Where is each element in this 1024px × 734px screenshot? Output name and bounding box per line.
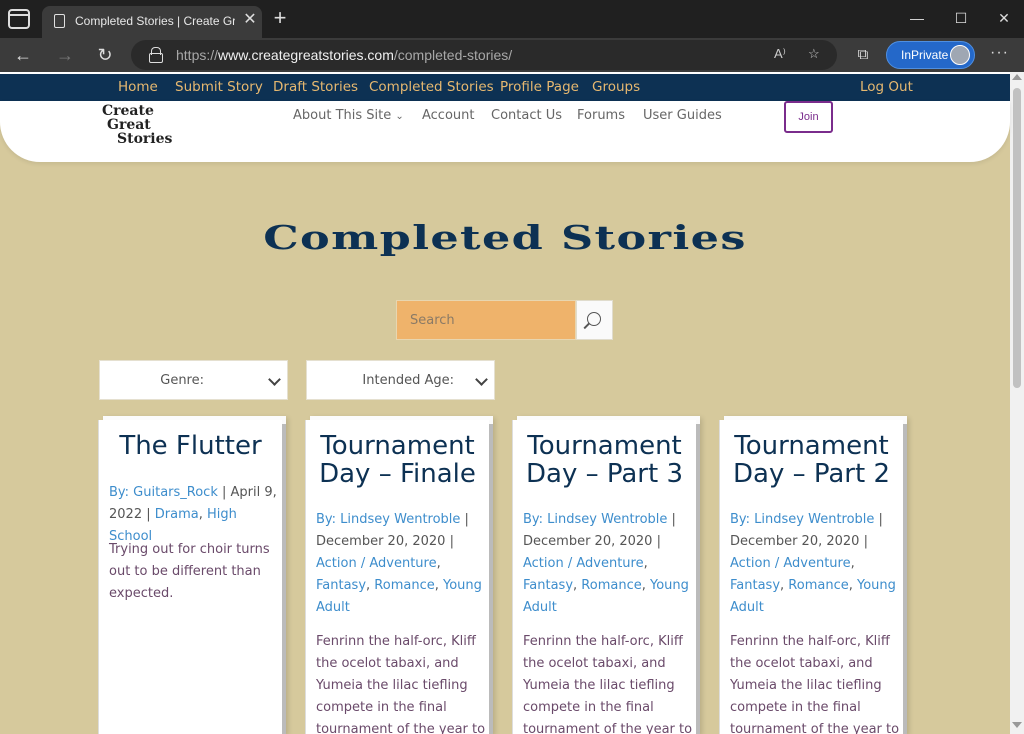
story-card[interactable]: The Flutter By: Guitars_Rock | April 9, … (99, 420, 282, 734)
close-icon[interactable]: ✕ (240, 10, 260, 30)
story-date: December 20, 2020 (730, 534, 860, 549)
url-text: https://www.creategreatstories.com/compl… (176, 47, 513, 63)
genre-filter[interactable]: Genre: (99, 360, 288, 400)
maximize-icon[interactable]: ☐ (950, 7, 972, 29)
browser-tab-bar: Completed Stories | Create Great ✕ + — ☐… (0, 0, 1024, 38)
story-excerpt: Fenrinn the half-orc, Kliff the ocelot t… (730, 634, 900, 734)
genre-filter-label: Genre: (160, 373, 204, 388)
story-genre-link[interactable]: Fantasy (316, 578, 366, 593)
nav-home[interactable]: Home (118, 79, 158, 95)
nav-about-this-site[interactable]: About This Site ⌄ (293, 108, 404, 123)
nav-groups[interactable]: Groups (592, 79, 640, 95)
story-genre-link[interactable]: Action / Adventure (316, 556, 437, 571)
chevron-down-icon (475, 373, 488, 386)
story-genre-link[interactable]: Romance (788, 578, 848, 593)
story-genre-link[interactable]: Fantasy (523, 578, 573, 593)
story-author-link[interactable]: By: Lindsey Wentroble (523, 512, 667, 527)
story-genre-link[interactable]: Romance (581, 578, 641, 593)
story-title[interactable]: Tournament Day – Part 3 (513, 432, 696, 488)
nav-submit-story[interactable]: Submit Story (175, 79, 263, 95)
join-button[interactable]: Join (784, 101, 833, 133)
story-meta: By: Lindsey Wentroble | December 20, 202… (316, 512, 482, 615)
logo-line: Create (102, 103, 154, 119)
search-box (396, 300, 576, 340)
nav-profile-page[interactable]: Profile Page (500, 79, 579, 95)
intended-age-filter[interactable]: Intended Age: (306, 360, 495, 400)
story-genre-link[interactable]: Romance (374, 578, 434, 593)
minimize-icon[interactable]: — (906, 7, 928, 29)
site-header: Create Great Stories About This Site ⌄ A… (0, 101, 1010, 162)
nav-about-label: About This Site (293, 108, 392, 123)
story-meta: By: Lindsey Wentroble | December 20, 202… (523, 512, 689, 615)
window-close-icon[interactable]: ✕ (993, 7, 1015, 29)
back-icon[interactable]: ← (12, 44, 34, 66)
more-options-icon[interactable]: ··· (990, 44, 1009, 62)
nav-contact-us[interactable]: Contact Us (491, 108, 562, 123)
nav-log-out[interactable]: Log Out (860, 79, 913, 95)
top-nav: Home Submit Story Draft Stories Complete… (0, 72, 1010, 101)
story-author-link[interactable]: By: Lindsey Wentroble (730, 512, 874, 527)
favorite-star-icon[interactable]: ☆ (808, 46, 820, 62)
tab-actions-icon[interactable] (8, 9, 30, 29)
search-icon (587, 312, 601, 326)
story-genre-link[interactable]: Action / Adventure (730, 556, 851, 571)
nav-forums[interactable]: Forums (577, 108, 625, 123)
story-genre-link[interactable]: Action / Adventure (523, 556, 644, 571)
logo-line: Stories (117, 131, 173, 147)
read-aloud-icon[interactable]: A⁾ (774, 46, 786, 62)
logo-line: Great (107, 117, 151, 133)
lock-icon (149, 47, 163, 63)
intended-age-filter-label: Intended Age: (362, 373, 454, 388)
nav-user-guides[interactable]: User Guides (643, 108, 722, 123)
story-genre-link[interactable]: Fantasy (730, 578, 780, 593)
story-author-link[interactable]: By: Guitars_Rock (109, 485, 218, 500)
collections-icon[interactable]: ⧉ (852, 44, 874, 66)
story-card[interactable]: Tournament Day – Part 3 By: Lindsey Went… (513, 420, 696, 734)
story-title[interactable]: Tournament Day – Part 2 (720, 432, 903, 488)
address-bar-row: ← → ↻ https://www.creategreatstories.com… (0, 38, 1024, 72)
document-icon (54, 14, 65, 28)
forward-icon[interactable]: → (54, 44, 76, 66)
tab-title: Completed Stories | Create Great (75, 14, 235, 28)
chevron-down-icon (268, 373, 281, 386)
scroll-down-icon[interactable] (1012, 722, 1022, 728)
scroll-up-icon[interactable] (1012, 74, 1022, 80)
story-excerpt: Fenrinn the half-orc, Kliff the ocelot t… (523, 634, 693, 734)
url-field[interactable]: https://www.creategreatstories.com/compl… (131, 40, 837, 70)
story-card[interactable]: Tournament Day – Finale By: Lindsey Went… (306, 420, 489, 734)
page-title: Completed Stories (263, 218, 747, 257)
story-date: December 20, 2020 (523, 534, 653, 549)
story-card[interactable]: Tournament Day – Part 2 By: Lindsey Went… (720, 420, 903, 734)
story-excerpt: Fenrinn the half-orc, Kliff the ocelot t… (316, 634, 486, 734)
refresh-icon[interactable]: ↻ (94, 44, 116, 66)
story-author-link[interactable]: By: Lindsey Wentroble (316, 512, 460, 527)
inprivate-label: InPrivate (901, 48, 949, 62)
inprivate-button[interactable]: InPrivate (886, 41, 975, 69)
story-title[interactable]: The Flutter (99, 432, 282, 460)
browser-tab[interactable]: Completed Stories | Create Great ✕ (42, 6, 262, 38)
avatar (950, 45, 970, 65)
search-input[interactable] (397, 301, 575, 339)
nav-account[interactable]: Account (422, 108, 475, 123)
search-button[interactable] (576, 300, 613, 340)
site-logo[interactable]: Create Great Stories (102, 104, 172, 146)
story-genre-link[interactable]: Drama (155, 507, 199, 522)
story-title[interactable]: Tournament Day – Finale (306, 432, 489, 488)
story-date: December 20, 2020 (316, 534, 446, 549)
story-meta: By: Lindsey Wentroble | December 20, 202… (730, 512, 896, 615)
nav-completed-stories[interactable]: Completed Stories (369, 79, 494, 95)
scrollbar[interactable] (1010, 72, 1024, 734)
story-excerpt: Trying out for choir turns out to be dif… (109, 542, 270, 601)
nav-draft-stories[interactable]: Draft Stories (273, 79, 358, 95)
chevron-down-icon: ⌄ (395, 111, 404, 122)
new-tab-icon[interactable]: + (270, 7, 290, 29)
